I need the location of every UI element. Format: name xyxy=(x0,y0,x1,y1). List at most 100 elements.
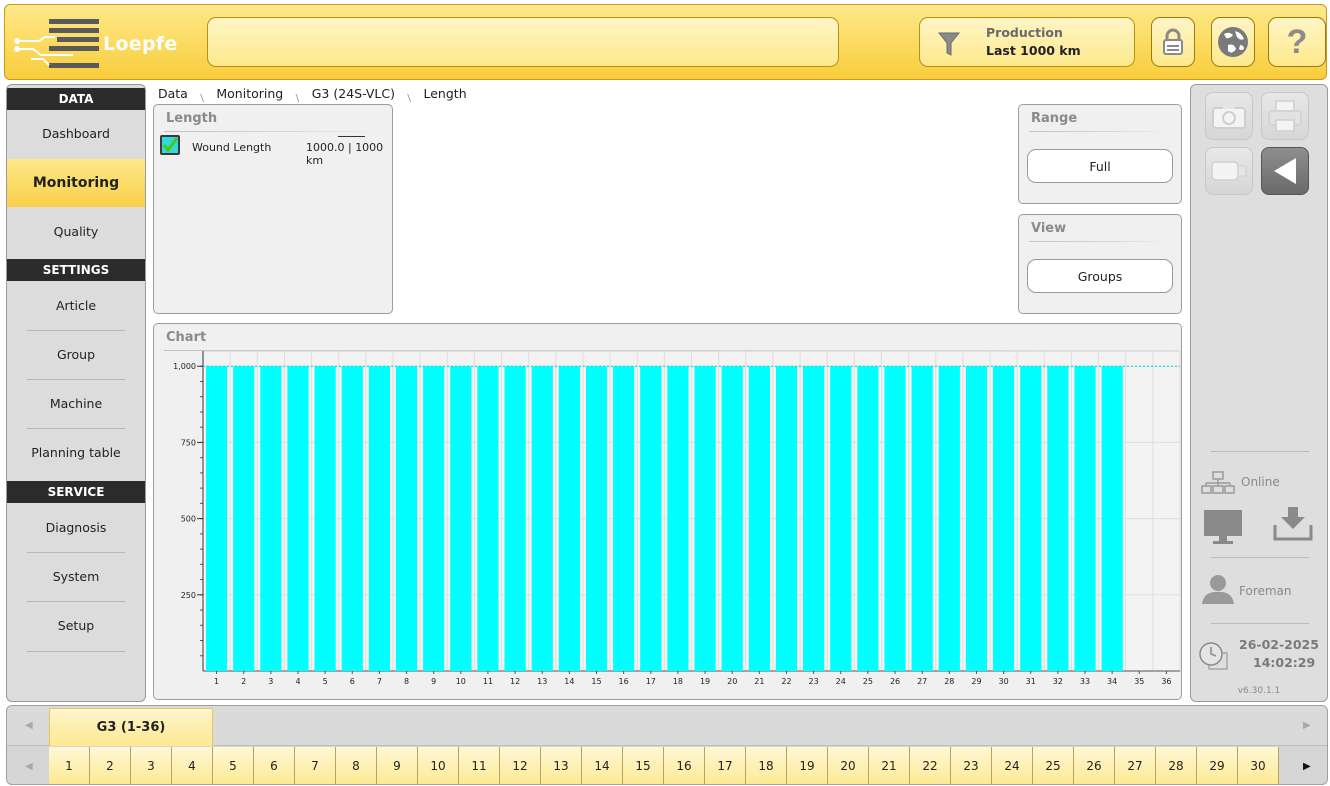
spindle-button[interactable]: 7 xyxy=(295,747,336,784)
chart-bar xyxy=(911,366,933,671)
range-full-button[interactable]: Full xyxy=(1027,149,1173,183)
x-tick-label: 1 xyxy=(214,677,219,686)
x-tick-label: 16 xyxy=(619,677,629,686)
spindle-button[interactable]: 23 xyxy=(951,747,992,784)
usb-export-button[interactable] xyxy=(1205,147,1253,195)
spindle-button[interactable]: 4 xyxy=(172,747,213,784)
chart-panel: Chart 250 500 750 1,000 1 2 3 4 5 6 7 8 9 10 11 12 13 14 1… xyxy=(153,323,1182,700)
x-tick-label: 27 xyxy=(917,677,927,686)
monitor-icon xyxy=(1204,510,1242,544)
spindle-button[interactable]: 12 xyxy=(500,747,541,784)
screenshot-button[interactable] xyxy=(1205,92,1253,140)
lock-button[interactable] xyxy=(1151,17,1195,67)
breadcrumb-data[interactable]: Data xyxy=(158,86,188,105)
view-panel: View Groups xyxy=(1018,214,1182,314)
nav-system[interactable]: System xyxy=(7,553,145,601)
spindle-button[interactable]: 20 xyxy=(828,747,869,784)
spindle-button[interactable]: 5 xyxy=(213,747,254,784)
spindle-button[interactable]: 14 xyxy=(582,747,623,784)
nav-quality[interactable]: Quality xyxy=(7,208,145,256)
x-tick-label: 35 xyxy=(1134,677,1144,686)
spindle-button[interactable]: 1 xyxy=(49,747,90,784)
group-tab[interactable]: G3 (1-36) xyxy=(49,708,213,746)
x-tick-label: 33 xyxy=(1080,677,1090,686)
spindle-button[interactable]: 9 xyxy=(377,747,418,784)
spindle-button[interactable]: 27 xyxy=(1115,747,1156,784)
chart-bar xyxy=(260,366,282,671)
chart-bar xyxy=(884,366,906,671)
spindle-scroll-right-icon[interactable]: ▶ xyxy=(1303,761,1311,772)
nav-setup[interactable]: Setup xyxy=(7,602,145,650)
breadcrumb-monitoring[interactable]: Monitoring xyxy=(216,86,283,105)
spindle-button[interactable]: 26 xyxy=(1074,747,1115,784)
spindle-button[interactable]: 30 xyxy=(1238,747,1279,784)
nav-diagnosis[interactable]: Diagnosis xyxy=(7,504,145,552)
spindle-button[interactable]: 19 xyxy=(787,747,828,784)
y-tick-label: 1,000 xyxy=(173,362,196,371)
range-panel-title: Range xyxy=(1031,111,1078,126)
panel-divider xyxy=(164,131,382,132)
spindle-button[interactable]: 11 xyxy=(459,747,500,784)
version-label: v6.30.1.1 xyxy=(1237,686,1281,696)
x-tick-label: 10 xyxy=(456,677,466,686)
length-panel-title: Length xyxy=(166,111,218,126)
spindle-button[interactable]: 21 xyxy=(869,747,910,784)
chart-bar xyxy=(395,366,418,671)
wound-length-checkbox[interactable] xyxy=(160,135,180,155)
view-groups-button[interactable]: Groups xyxy=(1027,259,1173,293)
spindle-button[interactable]: 22 xyxy=(910,747,951,784)
language-button[interactable] xyxy=(1211,17,1255,67)
help-button[interactable]: ? xyxy=(1268,17,1326,67)
back-button[interactable] xyxy=(1261,147,1309,195)
header-info-field[interactable] xyxy=(207,17,839,67)
x-tick-label: 23 xyxy=(809,677,819,686)
production-filter[interactable]: Production Last 1000 km xyxy=(919,17,1135,67)
x-tick-label: 4 xyxy=(295,677,300,686)
y-tick-label: 500 xyxy=(181,515,196,524)
nav-group[interactable]: Group xyxy=(7,331,145,379)
spindle-button[interactable]: 24 xyxy=(992,747,1033,784)
spindle-button[interactable]: 17 xyxy=(705,747,746,784)
chart-bar xyxy=(341,366,363,671)
spindle-button[interactable]: 10 xyxy=(418,747,459,784)
x-tick-label: 32 xyxy=(1053,677,1063,686)
x-tick-label: 24 xyxy=(836,677,846,686)
nav-monitoring[interactable]: Monitoring xyxy=(7,159,145,207)
breadcrumb: Data ﹨ Monitoring ﹨ G3 (24S-VLC) ﹨ Lengt… xyxy=(158,86,467,105)
spindle-button[interactable]: 29 xyxy=(1197,747,1238,784)
print-button[interactable] xyxy=(1261,92,1309,140)
breadcrumb-group[interactable]: G3 (24S-VLC) xyxy=(312,86,395,105)
x-tick-label: 20 xyxy=(727,677,737,686)
spindle-button[interactable]: 8 xyxy=(336,747,377,784)
panel-separator xyxy=(1211,451,1309,452)
spindle-button[interactable]: 16 xyxy=(664,747,705,784)
x-tick-label: 31 xyxy=(1026,677,1036,686)
nav-machine[interactable]: Machine xyxy=(7,380,145,428)
chart-bar xyxy=(993,366,1015,671)
user-role: Foreman xyxy=(1239,584,1292,598)
spindle-button[interactable]: 3 xyxy=(131,747,172,784)
nav-article[interactable]: Article xyxy=(7,282,145,330)
spindle-button[interactable]: 25 xyxy=(1033,747,1074,784)
spindle-button[interactable]: 28 xyxy=(1156,747,1197,784)
x-tick-label: 19 xyxy=(700,677,710,686)
nav-header-settings: SETTINGS xyxy=(7,259,145,281)
breadcrumb-separator: ﹨ xyxy=(195,89,209,104)
spindle-button[interactable]: 15 xyxy=(623,747,664,784)
chart-bar xyxy=(368,366,390,671)
spindle-button[interactable]: 2 xyxy=(90,747,131,784)
spindle-scroll-left-icon[interactable]: ◀ xyxy=(25,761,33,772)
nav-dashboard[interactable]: Dashboard xyxy=(7,110,145,158)
chart-bar xyxy=(721,366,743,671)
user-icon xyxy=(1202,575,1234,604)
chart-bar xyxy=(450,366,472,671)
nav-planning-table[interactable]: Planning table xyxy=(7,429,145,477)
spindle-button[interactable]: 18 xyxy=(746,747,787,784)
spindle-button[interactable]: 13 xyxy=(541,747,582,784)
x-tick-label: 14 xyxy=(564,677,574,686)
chart-bar xyxy=(694,366,716,671)
scroll-right-icon[interactable]: ▶ xyxy=(1303,720,1311,731)
scroll-left-icon[interactable]: ◀ xyxy=(25,720,33,731)
spindle-button[interactable]: 6 xyxy=(254,747,295,784)
network-icon xyxy=(1201,471,1235,494)
